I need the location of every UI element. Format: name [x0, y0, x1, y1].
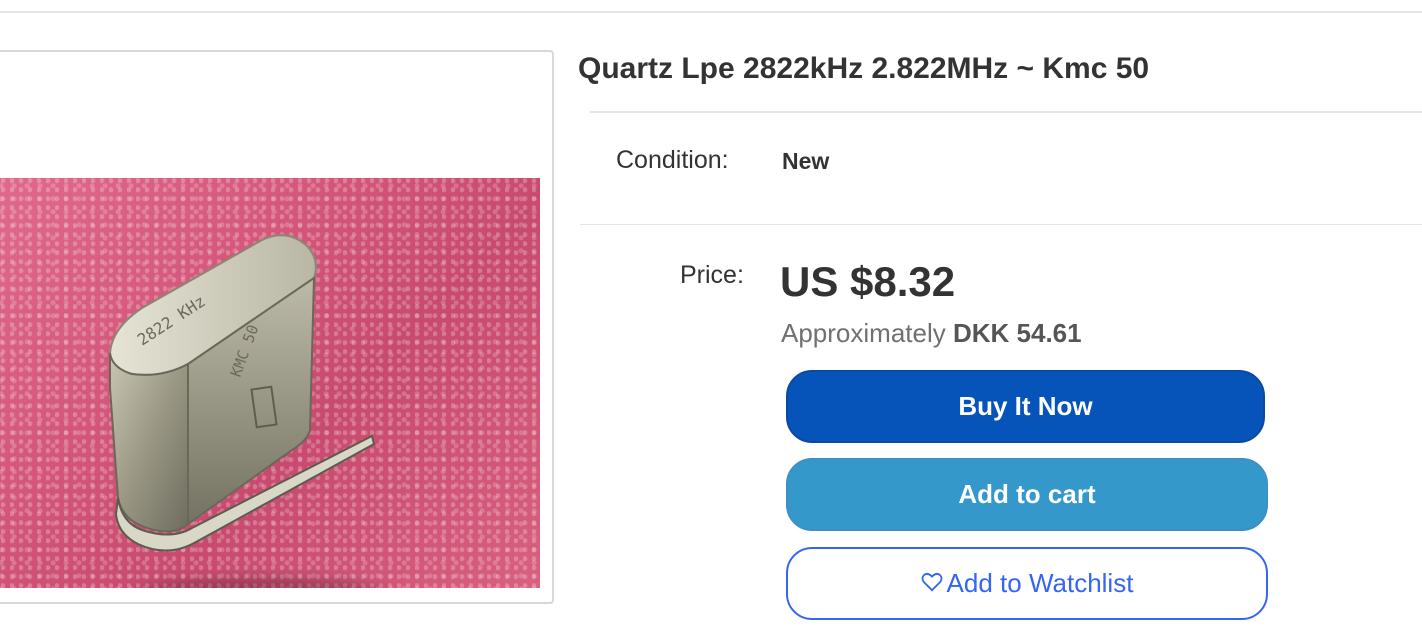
buy-it-now-button[interactable]: Buy It Now	[786, 370, 1265, 443]
price-label: Price:	[680, 261, 744, 289]
approx-price: Approximately DKK 54.61	[781, 318, 1082, 349]
listing-title: Quartz Lpe 2822kHz 2.822MHz ~ Kmc 50	[578, 52, 1150, 85]
add-to-cart-button[interactable]: Add to cart	[786, 458, 1268, 531]
product-image-frame[interactable]: 2822 KHz KMC 50	[0, 50, 554, 604]
header-divider	[0, 11, 1422, 13]
add-to-watchlist-button[interactable]: Add to Watchlist	[786, 547, 1268, 620]
add-to-cart-label: Add to cart	[958, 479, 1096, 509]
approx-prefix: Approximately	[781, 318, 946, 348]
buy-it-now-label: Buy It Now	[958, 391, 1093, 421]
title-divider	[590, 111, 1422, 113]
price-value: US $8.32	[780, 258, 956, 305]
approx-value: DKK 54.61	[952, 318, 1082, 348]
add-to-watchlist-label: Add to Watchlist	[946, 568, 1134, 598]
product-photo[interactable]: 2822 KHz KMC 50	[0, 178, 540, 588]
condition-label: Condition:	[616, 146, 729, 174]
heart-outline-icon	[921, 568, 943, 599]
quartz-crystal-image: 2822 KHz KMC 50	[108, 234, 376, 552]
condition-value: New	[782, 148, 830, 174]
condition-divider	[580, 224, 1422, 225]
